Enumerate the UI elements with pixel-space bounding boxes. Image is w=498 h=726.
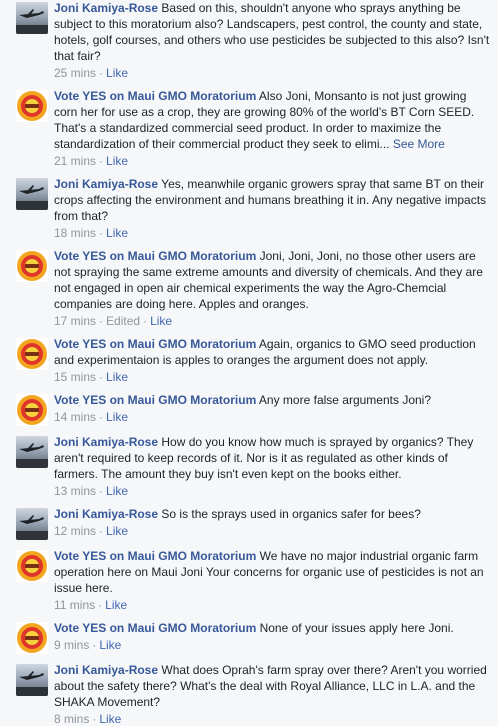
- avatar-ground: [16, 687, 48, 696]
- airplane-photo-icon: [19, 515, 44, 524]
- comment-timestamp[interactable]: 18 mins: [54, 226, 96, 240]
- comment: Joni Kamiya-Rose So is the sprays used i…: [0, 506, 498, 540]
- comment: Joni Kamiya-Rose How do you know how muc…: [0, 434, 498, 498]
- comment: Vote YES on Maui GMO Moratorium Again, o…: [0, 336, 498, 384]
- avatar[interactable]: [16, 664, 48, 696]
- comment-timestamp[interactable]: 13 mins: [54, 484, 96, 498]
- avatar[interactable]: [16, 178, 48, 210]
- like-link[interactable]: Like: [106, 410, 128, 424]
- like-link[interactable]: Like: [106, 66, 128, 80]
- airplane-photo-icon: [19, 9, 44, 18]
- comment-author[interactable]: Vote YES on Maui GMO Moratorium: [54, 393, 256, 407]
- avatar[interactable]: [16, 2, 48, 34]
- comment-meta: 25 mins · Like: [54, 66, 129, 80]
- comment-text: Any more false arguments Joni?: [258, 393, 432, 407]
- comment: Joni Kamiya-Rose What does Oprah's farm …: [0, 662, 498, 726]
- edited-label[interactable]: Edited: [106, 314, 140, 328]
- comment-author[interactable]: Joni Kamiya-Rose: [54, 507, 158, 521]
- avatar-ground: [16, 25, 48, 34]
- avatar[interactable]: [16, 394, 48, 426]
- like-link[interactable]: Like: [99, 638, 121, 652]
- comment-author[interactable]: Vote YES on Maui GMO Moratorium: [54, 249, 256, 263]
- like-link[interactable]: Like: [106, 484, 128, 498]
- comment: Vote YES on Maui GMO Moratorium None of …: [0, 620, 498, 654]
- comment-author[interactable]: Vote YES on Maui GMO Moratorium: [54, 621, 256, 635]
- comment-text: So is the sprays used in organics safer …: [161, 507, 421, 521]
- avatar[interactable]: [16, 90, 48, 122]
- sun-logo-icon: [17, 251, 47, 281]
- avatar[interactable]: [16, 338, 48, 370]
- avatar-ground: [16, 531, 48, 540]
- comment: Vote YES on Maui GMO Moratorium We have …: [0, 548, 498, 612]
- comment-author[interactable]: Joni Kamiya-Rose: [54, 663, 158, 677]
- comment-meta: 14 mins · Like: [54, 410, 129, 424]
- avatar[interactable]: [16, 436, 48, 468]
- comment-meta: 15 mins · Like: [54, 370, 129, 384]
- airplane-photo-icon: [19, 443, 44, 452]
- comment: Vote YES on Maui GMO Moratorium Any more…: [0, 392, 498, 426]
- comment-author[interactable]: Joni Kamiya-Rose: [54, 1, 158, 15]
- like-link[interactable]: Like: [106, 154, 128, 168]
- like-link[interactable]: Like: [105, 598, 127, 612]
- see-more-link[interactable]: See More: [393, 137, 445, 151]
- airplane-photo-icon: [19, 185, 44, 194]
- avatar-ground: [16, 459, 48, 468]
- comment-timestamp[interactable]: 12 mins: [54, 524, 96, 538]
- comment: Vote YES on Maui GMO Moratorium Also Jon…: [0, 88, 498, 168]
- sun-logo-icon: [17, 623, 47, 653]
- sun-logo-icon: [17, 339, 47, 369]
- comment-thread: Joni Kamiya-Rose Based on this, shouldn'…: [0, 0, 498, 726]
- comment: Joni Kamiya-Rose Based on this, shouldn'…: [0, 0, 498, 80]
- like-link[interactable]: Like: [106, 226, 128, 240]
- avatar[interactable]: [16, 508, 48, 540]
- comment-timestamp[interactable]: 9 mins: [54, 638, 89, 652]
- sun-logo-icon: [17, 395, 47, 425]
- comment-meta: 12 mins · Like: [54, 524, 129, 538]
- comment-timestamp[interactable]: 17 mins: [54, 314, 96, 328]
- comment-timestamp[interactable]: 14 mins: [54, 410, 96, 424]
- comment-meta: 21 mins · Like: [54, 154, 129, 168]
- comment-author[interactable]: Joni Kamiya-Rose: [54, 177, 158, 191]
- sun-logo-icon: [17, 551, 47, 581]
- comment-author[interactable]: Vote YES on Maui GMO Moratorium: [54, 549, 256, 563]
- avatar-ground: [16, 201, 48, 210]
- airplane-photo-icon: [19, 671, 44, 680]
- comment-meta: 17 mins · Edited · Like: [54, 314, 173, 328]
- comment-timestamp[interactable]: 11 mins: [54, 598, 95, 612]
- comment-author[interactable]: Vote YES on Maui GMO Moratorium: [54, 89, 256, 103]
- comment-timestamp[interactable]: 21 mins: [54, 154, 96, 168]
- like-link[interactable]: Like: [106, 370, 128, 384]
- comment-timestamp[interactable]: 25 mins: [54, 66, 96, 80]
- comment-timestamp[interactable]: 15 mins: [54, 370, 96, 384]
- like-link[interactable]: Like: [150, 314, 172, 328]
- comment-meta: 13 mins · Like: [54, 484, 129, 498]
- comment: Vote YES on Maui GMO Moratorium Joni, Jo…: [0, 248, 498, 328]
- comment-meta: 18 mins · Like: [54, 226, 129, 240]
- avatar[interactable]: [16, 550, 48, 582]
- comment-author[interactable]: Vote YES on Maui GMO Moratorium: [54, 337, 256, 351]
- avatar[interactable]: [16, 622, 48, 654]
- comment-author[interactable]: Joni Kamiya-Rose: [54, 435, 158, 449]
- like-link[interactable]: Like: [106, 524, 128, 538]
- sun-logo-icon: [17, 91, 47, 121]
- comment-text: None of your issues apply here Joni.: [259, 621, 454, 635]
- comment: Joni Kamiya-Rose Yes, meanwhile organic …: [0, 176, 498, 240]
- comment-meta: 11 mins · Like: [54, 598, 128, 612]
- avatar[interactable]: [16, 250, 48, 282]
- comment-meta: 9 mins · Like: [54, 638, 122, 652]
